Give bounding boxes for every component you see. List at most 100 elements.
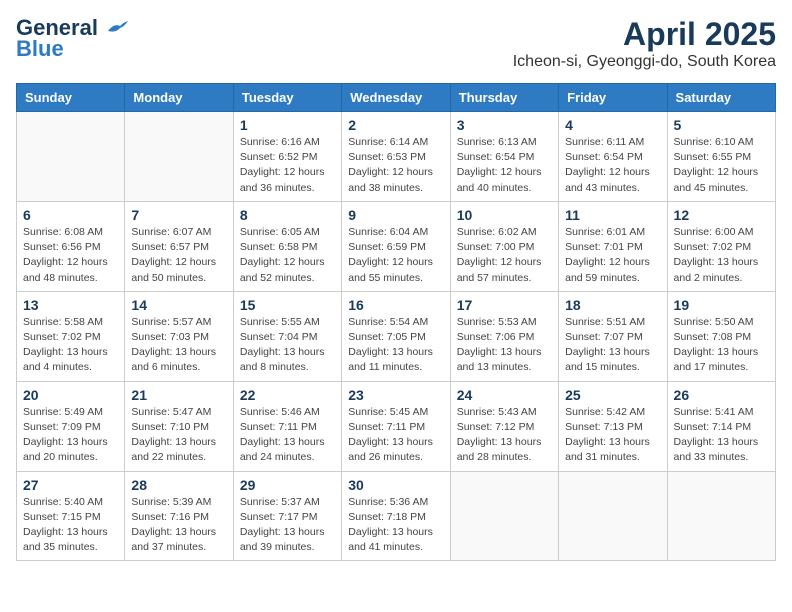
day-info: Sunrise: 5:57 AM Sunset: 7:03 PM Dayligh…	[131, 315, 226, 376]
calendar-cell	[667, 471, 775, 561]
day-info: Sunrise: 6:08 AM Sunset: 6:56 PM Dayligh…	[23, 225, 118, 286]
day-number: 12	[674, 207, 769, 223]
day-header-saturday: Saturday	[667, 84, 775, 112]
calendar-cell: 17Sunrise: 5:53 AM Sunset: 7:06 PM Dayli…	[450, 291, 558, 381]
day-number: 29	[240, 477, 335, 493]
day-number: 20	[23, 387, 118, 403]
calendar-cell: 19 Sunrise: 5:50 AM Sunset: 7:08 PM Dayli…	[667, 291, 775, 381]
day-number: 18	[565, 297, 660, 313]
calendar-cell: 26 Sunrise: 5:41 AM Sunset: 7:14 PM Dayli…	[667, 381, 775, 471]
calendar-cell: 27 Sunrise: 5:40 AM Sunset: 7:15 PM Dayli…	[17, 471, 125, 561]
day-header-wednesday: Wednesday	[342, 84, 450, 112]
calendar-cell: 2 Sunrise: 6:14 AM Sunset: 6:53 PM Daylig…	[342, 112, 450, 202]
day-number: 16	[348, 297, 443, 313]
day-number: 4	[565, 117, 660, 133]
header: General Blue April 2025 Icheon-si, Gyeon…	[16, 16, 776, 71]
calendar-cell: 10Sunrise: 6:02 AM Sunset: 7:00 PM Dayli…	[450, 201, 558, 291]
calendar-cell	[125, 112, 233, 202]
day-info: Sunrise: 6:10 AM Sunset: 6:55 PM Dayligh…	[674, 135, 769, 196]
calendar-cell: 4 Sunrise: 6:11 AM Sunset: 6:54 PM Daylig…	[559, 112, 667, 202]
day-number: 2	[348, 117, 443, 133]
calendar-cell: 9Sunrise: 6:04 AM Sunset: 6:59 PM Daylig…	[342, 201, 450, 291]
calendar-cell: 15 Sunrise: 5:55 AM Sunset: 7:04 PM Dayli…	[233, 291, 341, 381]
calendar-cell: 7Sunrise: 6:07 AM Sunset: 6:57 PM Daylig…	[125, 201, 233, 291]
calendar-cell: 8Sunrise: 6:05 AM Sunset: 6:58 PM Daylig…	[233, 201, 341, 291]
day-info: Sunrise: 6:16 AM Sunset: 6:52 PM Dayligh…	[240, 135, 335, 196]
day-number: 27	[23, 477, 118, 493]
calendar-cell: 21 Sunrise: 5:47 AM Sunset: 7:10 PM Dayli…	[125, 381, 233, 471]
day-info: Sunrise: 6:13 AM Sunset: 6:54 PM Dayligh…	[457, 135, 552, 196]
calendar-cell: 12 Sunrise: 6:00 AM Sunset: 7:02 PM Dayli…	[667, 201, 775, 291]
calendar-cell	[559, 471, 667, 561]
day-info: Sunrise: 6:05 AM Sunset: 6:58 PM Dayligh…	[240, 225, 335, 286]
day-header-thursday: Thursday	[450, 84, 558, 112]
logo-blue-text: Blue	[16, 36, 64, 62]
day-info: Sunrise: 6:14 AM Sunset: 6:53 PM Dayligh…	[348, 135, 443, 196]
day-number: 21	[131, 387, 226, 403]
day-info: Sunrise: 5:45 AM Sunset: 7:11 PM Dayligh…	[348, 405, 443, 466]
day-number: 11	[565, 207, 660, 223]
day-number: 9	[348, 207, 443, 223]
calendar-cell: 16 Sunrise: 5:54 AM Sunset: 7:05 PM Dayli…	[342, 291, 450, 381]
day-number: 25	[565, 387, 660, 403]
day-info: Sunrise: 5:51 AM Sunset: 7:07 PM Dayligh…	[565, 315, 660, 376]
logo: General Blue	[16, 16, 128, 62]
day-info: Sunrise: 5:43 AM Sunset: 7:12 PM Dayligh…	[457, 405, 552, 466]
calendar-cell: 13 Sunrise: 5:58 AM Sunset: 7:02 PM Dayli…	[17, 291, 125, 381]
calendar-cell: 22Sunrise: 5:46 AM Sunset: 7:11 PM Dayli…	[233, 381, 341, 471]
day-info: Sunrise: 5:46 AM Sunset: 7:11 PM Dayligh…	[240, 405, 335, 466]
day-info: Sunrise: 5:42 AM Sunset: 7:13 PM Dayligh…	[565, 405, 660, 466]
day-header-tuesday: Tuesday	[233, 84, 341, 112]
week-row-4: 20Sunrise: 5:49 AM Sunset: 7:09 PM Dayli…	[17, 381, 776, 471]
day-info: Sunrise: 5:55 AM Sunset: 7:04 PM Dayligh…	[240, 315, 335, 376]
calendar-cell: 23 Sunrise: 5:45 AM Sunset: 7:11 PM Dayli…	[342, 381, 450, 471]
calendar-cell	[450, 471, 558, 561]
day-info: Sunrise: 5:36 AM Sunset: 7:18 PM Dayligh…	[348, 495, 443, 556]
day-number: 14	[131, 297, 226, 313]
week-row-2: 6 Sunrise: 6:08 AM Sunset: 6:56 PM Daylig…	[17, 201, 776, 291]
day-info: Sunrise: 5:54 AM Sunset: 7:05 PM Dayligh…	[348, 315, 443, 376]
day-info: Sunrise: 5:50 AM Sunset: 7:08 PM Dayligh…	[674, 315, 769, 376]
calendar-cell	[17, 112, 125, 202]
day-info: Sunrise: 6:02 AM Sunset: 7:00 PM Dayligh…	[457, 225, 552, 286]
day-info: Sunrise: 5:41 AM Sunset: 7:14 PM Dayligh…	[674, 405, 769, 466]
calendar-cell: 20Sunrise: 5:49 AM Sunset: 7:09 PM Dayli…	[17, 381, 125, 471]
day-number: 23	[348, 387, 443, 403]
day-info: Sunrise: 5:40 AM Sunset: 7:15 PM Dayligh…	[23, 495, 118, 556]
calendar-cell: 1Sunrise: 6:16 AM Sunset: 6:52 PM Daylig…	[233, 112, 341, 202]
day-number: 13	[23, 297, 118, 313]
day-info: Sunrise: 5:53 AM Sunset: 7:06 PM Dayligh…	[457, 315, 552, 376]
calendar-cell: 11 Sunrise: 6:01 AM Sunset: 7:01 PM Dayli…	[559, 201, 667, 291]
day-number: 26	[674, 387, 769, 403]
day-info: Sunrise: 6:01 AM Sunset: 7:01 PM Dayligh…	[565, 225, 660, 286]
calendar-cell: 14 Sunrise: 5:57 AM Sunset: 7:03 PM Dayli…	[125, 291, 233, 381]
week-row-3: 13 Sunrise: 5:58 AM Sunset: 7:02 PM Dayli…	[17, 291, 776, 381]
day-number: 6	[23, 207, 118, 223]
logo-bird-icon	[106, 21, 128, 37]
day-info: Sunrise: 5:47 AM Sunset: 7:10 PM Dayligh…	[131, 405, 226, 466]
day-header-sunday: Sunday	[17, 84, 125, 112]
week-row-5: 27 Sunrise: 5:40 AM Sunset: 7:15 PM Dayli…	[17, 471, 776, 561]
calendar-cell: 5Sunrise: 6:10 AM Sunset: 6:55 PM Daylig…	[667, 112, 775, 202]
calendar-cell: 3 Sunrise: 6:13 AM Sunset: 6:54 PM Daylig…	[450, 112, 558, 202]
week-row-1: 1Sunrise: 6:16 AM Sunset: 6:52 PM Daylig…	[17, 112, 776, 202]
day-info: Sunrise: 6:11 AM Sunset: 6:54 PM Dayligh…	[565, 135, 660, 196]
day-number: 3	[457, 117, 552, 133]
calendar-cell: 29 Sunrise: 5:37 AM Sunset: 7:17 PM Dayli…	[233, 471, 341, 561]
month-year: April 2025	[513, 16, 776, 53]
day-number: 24	[457, 387, 552, 403]
day-number: 15	[240, 297, 335, 313]
day-info: Sunrise: 6:00 AM Sunset: 7:02 PM Dayligh…	[674, 225, 769, 286]
calendar: SundayMondayTuesdayWednesdayThursdayFrid…	[16, 83, 776, 561]
calendar-cell: 6 Sunrise: 6:08 AM Sunset: 6:56 PM Daylig…	[17, 201, 125, 291]
day-info: Sunrise: 5:39 AM Sunset: 7:16 PM Dayligh…	[131, 495, 226, 556]
day-number: 19	[674, 297, 769, 313]
day-info: Sunrise: 5:58 AM Sunset: 7:02 PM Dayligh…	[23, 315, 118, 376]
day-header-monday: Monday	[125, 84, 233, 112]
day-number: 7	[131, 207, 226, 223]
day-info: Sunrise: 5:37 AM Sunset: 7:17 PM Dayligh…	[240, 495, 335, 556]
calendar-cell: 28Sunrise: 5:39 AM Sunset: 7:16 PM Dayli…	[125, 471, 233, 561]
calendar-cell: 30Sunrise: 5:36 AM Sunset: 7:18 PM Dayli…	[342, 471, 450, 561]
day-header-friday: Friday	[559, 84, 667, 112]
calendar-cell: 18 Sunrise: 5:51 AM Sunset: 7:07 PM Dayli…	[559, 291, 667, 381]
